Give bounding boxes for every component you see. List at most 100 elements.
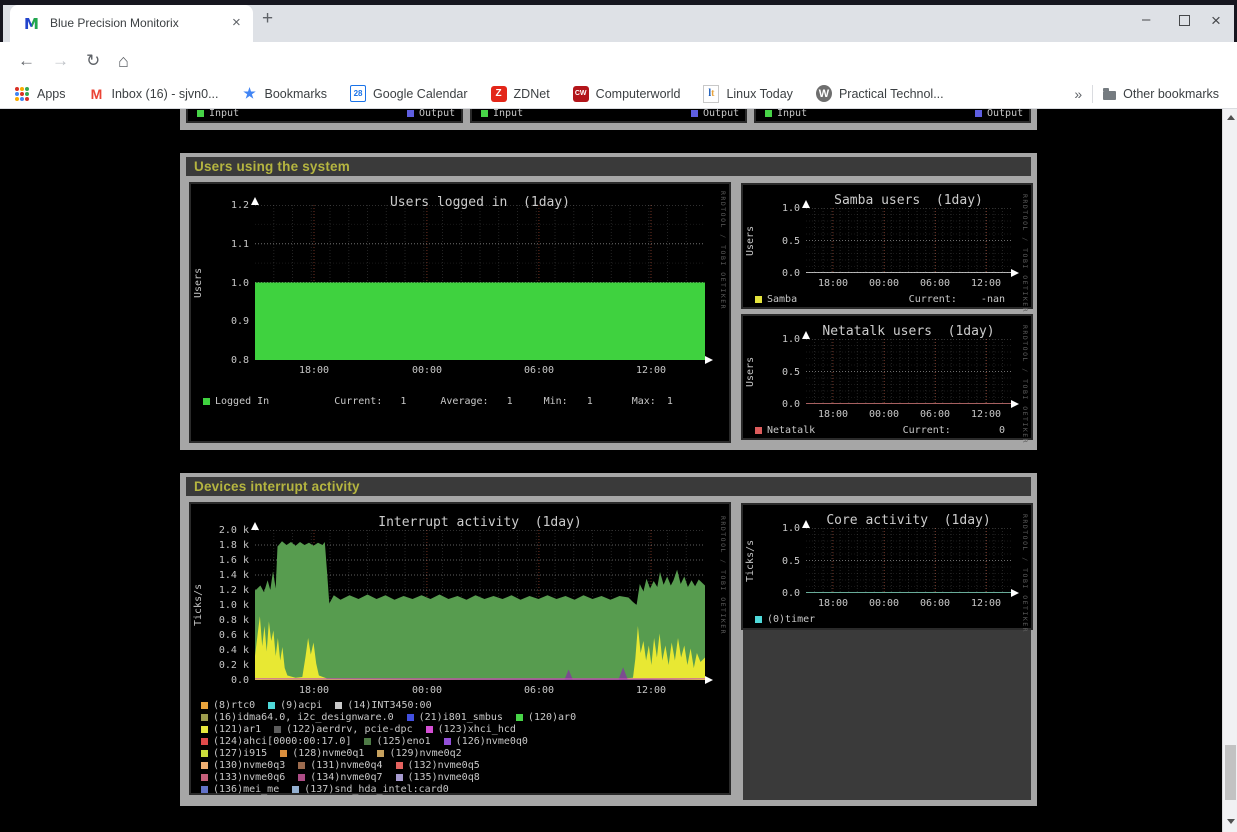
- samba-y-axis-label: Users: [745, 208, 756, 273]
- y-tick-label: 1.8 k: [205, 540, 249, 551]
- bookmark-computerworld-icon: CW: [573, 86, 589, 102]
- bookmark-google-calendar[interactable]: 28Google Calendar: [350, 83, 468, 104]
- bookmark-zdnet-icon: Z: [491, 86, 507, 102]
- bookmark-linux-today-glyph[interactable]: lt: [703, 85, 719, 103]
- x-tick-label: 00:00: [407, 685, 447, 696]
- y-axis-arrow: [251, 522, 259, 530]
- core-plot-area: [806, 528, 1011, 593]
- netatalk-legend-current: Current: 0: [903, 425, 1005, 436]
- screen: MM Blue Precision Monitorix × + – × ← → …: [0, 0, 1237, 832]
- y-tick-label: 0.0: [756, 588, 800, 599]
- traffic-graph-panel[interactable]: Input Output: [186, 109, 463, 123]
- window-close-button[interactable]: ×: [1211, 11, 1221, 31]
- netatalk-legend: Netatalk: [755, 425, 815, 436]
- users-logged-in-graph[interactable]: Users logged in (1day)UsersRRDTOOL / TOB…: [189, 182, 731, 443]
- x-tick-label: 06:00: [915, 409, 955, 420]
- reload-icon[interactable]: ↻: [86, 51, 100, 71]
- traffic-output-legend: Output: [975, 109, 1023, 119]
- bookmark-linux-today[interactable]: ltLinux Today: [703, 83, 793, 104]
- interrupts-legend-row: (124)ahci[0000:00:17.0](125)eno1(126)nvm…: [201, 736, 528, 747]
- netatalk-title: Netatalk users (1day): [806, 324, 1011, 339]
- y-tick-label: 1.2: [205, 200, 249, 211]
- scrollbar-thumb[interactable]: [1225, 745, 1236, 800]
- bookmark-zdnet[interactable]: ZZDNet: [491, 83, 550, 104]
- bookmark-zdnet-glyph[interactable]: Z: [491, 86, 507, 102]
- bookmark-practical-technology-glyph[interactable]: W: [816, 85, 832, 102]
- users-section-title: Users using the system: [186, 159, 350, 174]
- y-tick-label: 0.8: [205, 355, 249, 366]
- y-tick-label: 0.5: [756, 556, 800, 567]
- bookmark-computerworld[interactable]: CWComputerworld: [573, 83, 681, 104]
- back-icon[interactable]: ←: [18, 51, 35, 71]
- traffic-input-legend: Input: [765, 109, 807, 119]
- samba-title: Samba users (1day): [806, 193, 1011, 208]
- bookmark-bookmarks[interactable]: ★Bookmarks: [242, 83, 328, 104]
- page-scrollbar[interactable]: [1222, 109, 1237, 832]
- x-axis-arrow: [1011, 269, 1019, 277]
- bookmark-apps[interactable]: Apps: [14, 83, 66, 104]
- tab-title: Blue Precision Monitorix: [50, 16, 218, 30]
- traffic-graph-panel[interactable]: Input Output: [754, 109, 1031, 123]
- y-tick-label: 0.0: [205, 675, 249, 686]
- samba-plot-area: [806, 208, 1011, 273]
- bookmarks-overflow-chevron[interactable]: »: [1074, 86, 1082, 102]
- bookmark-computerworld-glyph[interactable]: CW: [573, 86, 589, 102]
- y-tick-label: 1.0 k: [205, 600, 249, 611]
- bookmarks-divider: [1092, 85, 1093, 103]
- bookmark-practical-technology[interactable]: WPractical Technol...: [816, 83, 944, 104]
- bookmark-bookmarks-glyph[interactable]: ★: [243, 85, 256, 102]
- bookmark-inbox-glyph[interactable]: M: [91, 86, 103, 102]
- netatalk-y-axis-label: Users: [745, 339, 756, 404]
- y-tick-label: 1.4 k: [205, 570, 249, 581]
- netatalk-users-graph[interactable]: Netatalk users (1day)UsersRRDTOOL / TOBI…: [741, 314, 1033, 440]
- x-tick-label: 18:00: [813, 409, 853, 420]
- browser-tab[interactable]: MM Blue Precision Monitorix ×: [10, 5, 253, 42]
- x-tick-label: 06:00: [915, 278, 955, 289]
- y-axis-arrow: [802, 520, 810, 528]
- scrollbar-up-arrow[interactable]: [1227, 115, 1235, 120]
- bookmarks-right: » Other bookmarks: [1074, 83, 1219, 104]
- y-tick-label: 1.2 k: [205, 585, 249, 596]
- samba-legend: Samba: [755, 294, 797, 305]
- samba-users-graph[interactable]: Samba users (1day)UsersRRDTOOL / TOBI OE…: [741, 183, 1033, 309]
- y-axis-arrow: [251, 197, 259, 205]
- users-legend: Logged InCurrent:1Average:1Min:1Max:1: [203, 396, 673, 407]
- core-activity-graph[interactable]: Core activity (1day)Ticks/sRRDTOOL / TOB…: [741, 503, 1033, 630]
- window-maximize-button[interactable]: [1179, 15, 1190, 26]
- users-y-axis-label: Users: [193, 205, 204, 360]
- window-left-edge: [0, 0, 3, 45]
- rrdtool-watermark: RRDTOOL / TOBI OETIKER: [719, 191, 727, 310]
- bookmark-inbox[interactable]: MInbox (16) - sjvn0...: [89, 83, 219, 104]
- window-minimize-button[interactable]: –: [1142, 11, 1150, 28]
- y-tick-label: 0.5: [756, 367, 800, 378]
- rrdtool-watermark: RRDTOOL / TOBI OETIKER: [719, 516, 727, 635]
- interrupt-activity-graph[interactable]: Interrupt activity (1day)Ticks/sRRDTOOL …: [189, 502, 731, 795]
- interrupts-plot-area: [255, 530, 705, 680]
- monitorix-favicon: MM: [24, 15, 40, 31]
- traffic-graph-panel[interactable]: Input Output: [470, 109, 747, 123]
- y-tick-label: 1.0: [205, 278, 249, 289]
- tab-close-icon[interactable]: ×: [232, 14, 241, 31]
- traffic-input-legend: Input: [197, 109, 239, 119]
- y-tick-label: 1.6 k: [205, 555, 249, 566]
- bookmark-apps-glyph[interactable]: [15, 87, 29, 101]
- other-bookmarks-button[interactable]: Other bookmarks: [1103, 83, 1219, 104]
- home-icon[interactable]: ⌂: [118, 51, 129, 72]
- new-tab-button[interactable]: +: [262, 8, 273, 30]
- forward-icon[interactable]: →: [52, 51, 69, 71]
- x-tick-label: 12:00: [631, 365, 671, 376]
- rrdtool-watermark: RRDTOOL / TOBI OETIKER: [1021, 194, 1029, 313]
- interrupts-legend-row: (121)ar1(122)aerdrv, pcie-dpc(123)xhci_h…: [201, 724, 516, 735]
- interrupts-y-axis-label: Ticks/s: [193, 530, 204, 680]
- bookmarks-list: Apps MInbox (16) - sjvn0... ★Bookmarks 28Go…: [14, 83, 944, 104]
- interrupts-legend-row: (8)rtc0(9)acpi(14)INT3450:00: [201, 700, 432, 711]
- bookmark-google-calendar-glyph[interactable]: 28: [350, 85, 366, 102]
- scrollbar-down-arrow[interactable]: [1227, 819, 1235, 824]
- users-section-header: Users using the system: [186, 157, 1031, 176]
- y-axis-arrow: [802, 200, 810, 208]
- x-axis-arrow: [1011, 400, 1019, 408]
- bookmark-google-calendar-icon: 28: [350, 86, 366, 102]
- bookmark-practical-technology-icon: W: [816, 86, 832, 102]
- y-tick-label: 0.0: [756, 399, 800, 410]
- interrupts-legend-row: (130)nvme0q3(131)nvme0q4(132)nvme0q5: [201, 760, 480, 771]
